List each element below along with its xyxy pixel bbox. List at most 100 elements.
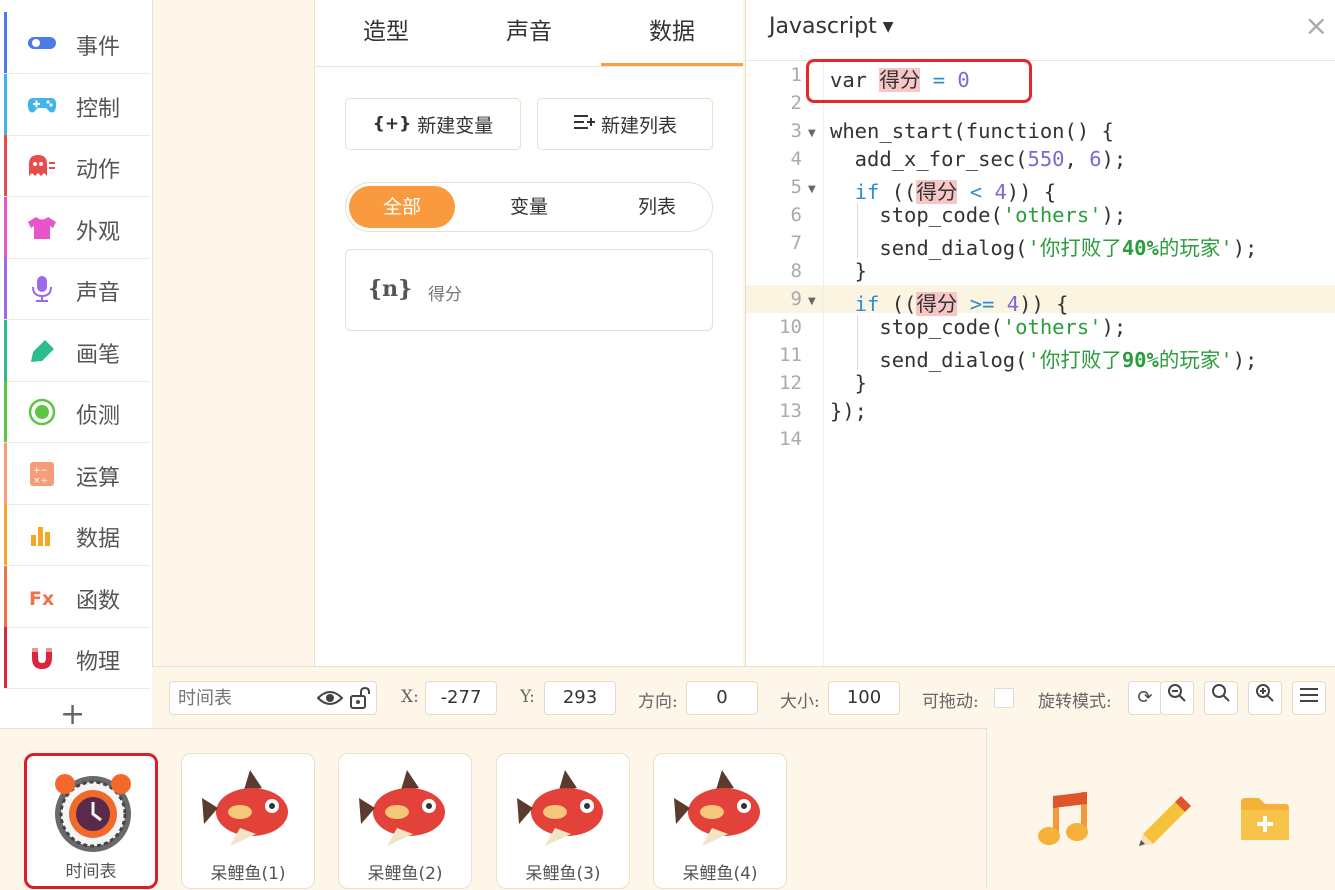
caret-down-icon: ▼ bbox=[882, 19, 894, 35]
magnet-icon bbox=[24, 645, 60, 671]
sprite-card[interactable]: 呆鲤鱼(1) bbox=[181, 753, 315, 889]
sprite-card[interactable]: 时间表 bbox=[24, 753, 158, 889]
direction-label: 方向: bbox=[638, 692, 678, 712]
sprite-card[interactable]: 呆鲤鱼(3) bbox=[496, 753, 630, 889]
line-number: 3 bbox=[790, 120, 802, 142]
draggable-checkbox[interactable] bbox=[994, 688, 1014, 708]
direction-input[interactable]: 0 bbox=[686, 681, 758, 715]
category-label: 画笔 bbox=[76, 343, 121, 368]
close-icon[interactable]: × bbox=[1305, 12, 1328, 40]
code-line[interactable]: stop_code('others'); bbox=[830, 203, 1126, 227]
music-note-icon[interactable] bbox=[1037, 790, 1093, 852]
category-data[interactable]: 数据 bbox=[4, 504, 150, 566]
category-label: 数据 bbox=[76, 527, 121, 552]
fold-arrow-icon[interactable]: ▼ bbox=[808, 296, 816, 307]
sprite-name-input[interactable] bbox=[169, 681, 377, 715]
line-number-gutter: 1 2 3 4 5 6 7 8 9 10 11 12 13 14 ▼ ▼ ▼ bbox=[746, 60, 824, 666]
category-looks[interactable]: 外观 bbox=[4, 197, 150, 259]
category-control[interactable]: 控制 bbox=[4, 74, 150, 136]
category-stripe bbox=[4, 443, 7, 504]
code-line[interactable]: }); bbox=[830, 399, 867, 423]
line-number: 9 bbox=[790, 288, 802, 310]
line-number: 4 bbox=[790, 148, 802, 170]
menu-icon[interactable] bbox=[1292, 681, 1326, 715]
code-line[interactable]: } bbox=[830, 371, 867, 395]
sprite-card[interactable]: 呆鲤鱼(2) bbox=[338, 753, 472, 889]
new-list-label: 新建列表 bbox=[600, 114, 677, 137]
zoom-in-icon[interactable] bbox=[1248, 681, 1282, 715]
category-motion[interactable]: 动作 bbox=[4, 135, 150, 197]
new-variable-label: 新建变量 bbox=[417, 114, 494, 137]
pen-icon bbox=[24, 338, 60, 364]
fold-arrow-icon[interactable]: ▼ bbox=[808, 128, 816, 139]
filter-variables[interactable]: 变量 bbox=[476, 186, 582, 228]
category-stripe bbox=[4, 74, 7, 135]
sprite-properties-bar: X: -277 Y: 293 方向: 0 大小: 100 可拖动: 旋转模式: … bbox=[152, 666, 1335, 729]
tab-costumes[interactable]: 造型 bbox=[315, 0, 457, 66]
eye-icon[interactable] bbox=[316, 689, 344, 711]
category-label: 侦测 bbox=[76, 404, 121, 429]
rotate-icon[interactable]: ⟳ bbox=[1128, 681, 1162, 715]
category-label: 声音 bbox=[76, 281, 121, 306]
category-label: 动作 bbox=[76, 158, 121, 183]
code-line[interactable]: add_x_for_sec(550, 6); bbox=[830, 147, 1127, 171]
sprite-tray: 时间表 呆鲤鱼(1) 呆鲤鱼(2) 呆鲤鱼(3) 呆鲤鱼(4) bbox=[0, 728, 986, 890]
fold-arrow-icon[interactable]: ▼ bbox=[808, 184, 816, 195]
gamepad-icon bbox=[24, 92, 60, 118]
x-label: X: bbox=[401, 687, 419, 707]
zoom-reset-icon[interactable] bbox=[1204, 681, 1238, 715]
size-input[interactable]: 100 bbox=[828, 681, 900, 715]
variable-name: 得分 bbox=[428, 285, 462, 305]
y-input[interactable]: 293 bbox=[544, 681, 616, 715]
target-icon bbox=[24, 398, 60, 426]
category-stripe bbox=[4, 504, 7, 565]
code-line[interactable]: send_dialog('你打败了90%的玩家'); bbox=[830, 343, 1257, 373]
magikarp-icon bbox=[672, 768, 768, 856]
size-label: 大小: bbox=[780, 692, 820, 712]
category-label: 外观 bbox=[76, 220, 121, 245]
new-variable-button[interactable]: {+} 新建变量 bbox=[345, 98, 521, 150]
tab-sounds[interactable]: 声音 bbox=[458, 0, 600, 66]
category-operators[interactable]: +− ×÷ 运算 bbox=[4, 443, 150, 505]
line-number: 12 bbox=[779, 372, 802, 394]
x-input[interactable]: -277 bbox=[425, 681, 497, 715]
category-functions[interactable]: Fx 函数 bbox=[4, 566, 150, 628]
code-line[interactable]: } bbox=[830, 259, 867, 283]
category-label: 事件 bbox=[76, 35, 121, 60]
category-sensing[interactable]: 侦测 bbox=[4, 381, 150, 443]
code-line[interactable]: if ((得分 < 4)) { bbox=[830, 175, 1056, 205]
line-number: 10 bbox=[779, 316, 802, 338]
tab-data[interactable]: 数据 bbox=[601, 0, 743, 66]
svg-text:Fx: Fx bbox=[29, 588, 54, 609]
category-pen[interactable]: 画笔 bbox=[4, 320, 150, 382]
unlock-icon[interactable] bbox=[349, 686, 373, 713]
add-extension-button[interactable]: + bbox=[60, 700, 85, 730]
sprite-name: 时间表 bbox=[65, 862, 117, 882]
code-line[interactable]: when_start(function() { bbox=[830, 119, 1114, 143]
magikarp-icon bbox=[515, 768, 611, 856]
zoom-out-icon[interactable] bbox=[1160, 681, 1194, 715]
category-stripe bbox=[4, 258, 7, 319]
magikarp-icon bbox=[357, 768, 453, 856]
sprite-card[interactable]: 呆鲤鱼(4) bbox=[653, 753, 787, 889]
line-number: 8 bbox=[790, 260, 802, 282]
category-stripe bbox=[4, 12, 7, 73]
category-stripe bbox=[4, 135, 7, 196]
variable-item[interactable]: {n} 得分 bbox=[345, 249, 713, 331]
filter-lists[interactable]: 列表 bbox=[604, 186, 710, 228]
filter-all[interactable]: 全部 bbox=[349, 186, 455, 228]
code-editor-header: Javascript ▼ × bbox=[746, 0, 1335, 61]
line-number: 1 bbox=[790, 64, 802, 86]
language-dropdown[interactable]: Javascript ▼ bbox=[769, 14, 894, 39]
category-physics[interactable]: 物理 bbox=[4, 627, 150, 689]
new-list-button[interactable]: 新建列表 bbox=[537, 98, 713, 150]
category-sound[interactable]: 声音 bbox=[4, 258, 150, 320]
code-line[interactable]: stop_code('others'); bbox=[830, 315, 1126, 339]
line-number: 7 bbox=[790, 232, 802, 254]
add-folder-icon[interactable] bbox=[1239, 796, 1291, 846]
code-line[interactable]: if ((得分 >= 4)) { bbox=[830, 287, 1069, 317]
category-events[interactable]: 事件 bbox=[4, 12, 150, 74]
pencil-icon[interactable] bbox=[1135, 790, 1193, 852]
annotation-highlight-box bbox=[806, 59, 1032, 103]
code-line[interactable]: send_dialog('你打败了40%的玩家'); bbox=[830, 231, 1257, 261]
